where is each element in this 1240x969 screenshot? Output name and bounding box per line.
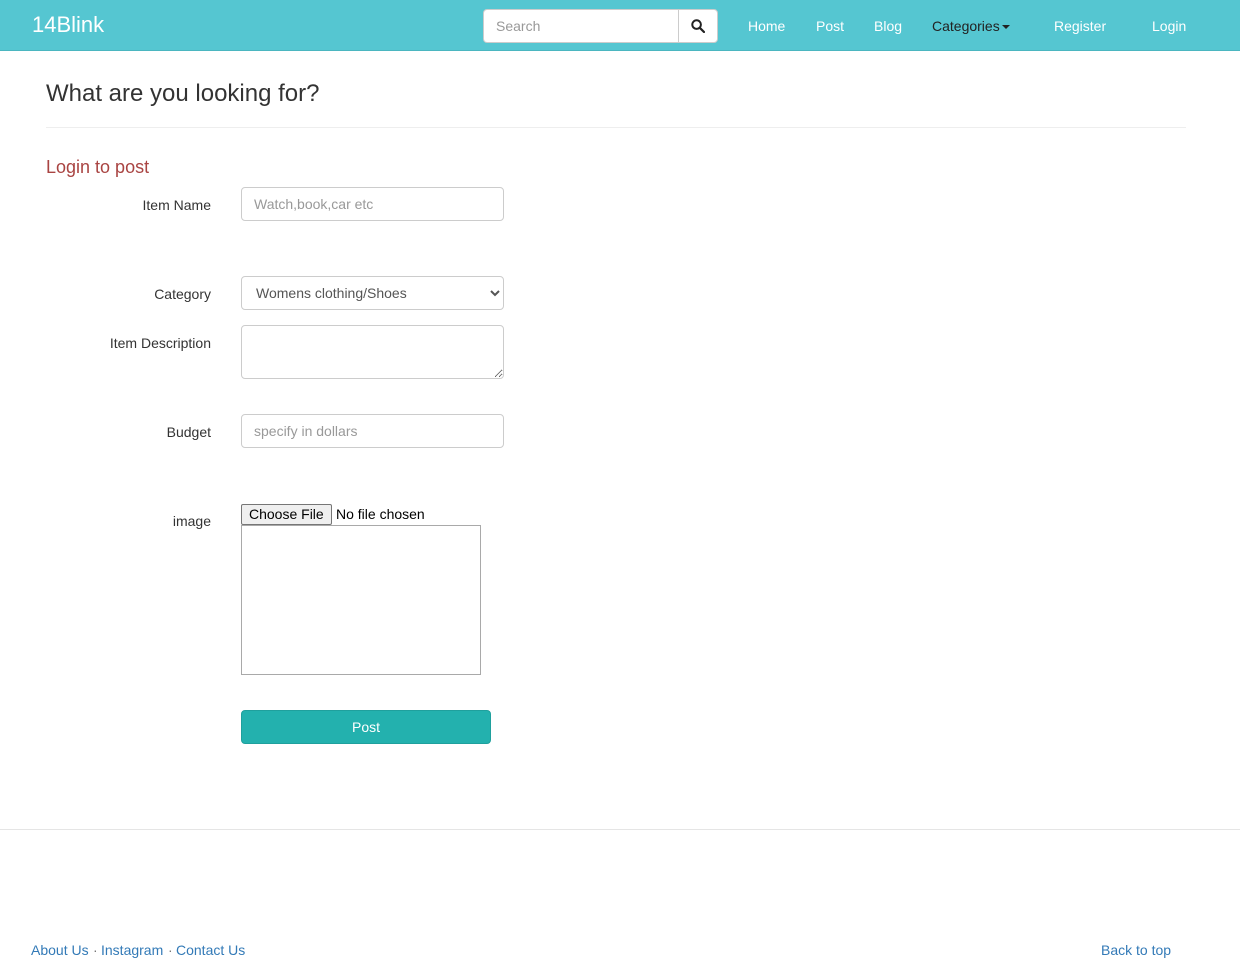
footer-divider [0,829,1240,830]
footer-contact-link[interactable]: Contact Us [176,941,245,959]
brand-logo[interactable]: 14Blink [32,12,104,38]
search-icon [691,19,705,33]
file-status-text: No file chosen [336,506,425,522]
login-to-post-notice: Login to post [46,157,150,177]
choose-file-button[interactable]: Choose File [241,504,332,525]
item-name-input[interactable] [241,187,504,221]
caret-down-icon [1001,25,1010,30]
page-title: What are you looking for? [46,80,320,107]
search-input[interactable] [483,9,679,43]
top-navbar: 14Blink Home Post Blog Categories Regist… [0,0,1240,51]
item-name-label: Item Name [142,197,211,213]
item-description-label: Item Description [109,335,211,351]
image-preview [241,525,481,675]
nav-categories-label: Categories [932,18,1000,34]
image-label: image [172,513,211,529]
title-divider [46,127,1186,128]
nav-login[interactable]: Login [1152,17,1186,35]
search-button[interactable] [678,9,718,43]
footer-instagram-link[interactable]: Instagram [101,941,163,959]
footer-about-link[interactable]: About Us [31,941,89,959]
category-label: Category [154,286,211,302]
nav-home[interactable]: Home [748,17,785,35]
post-submit-button[interactable]: Post [241,710,491,744]
budget-label: Budget [166,424,211,440]
item-description-textarea[interactable] [241,325,504,379]
category-select[interactable]: Womens clothing/Shoes [241,276,504,310]
nav-blog[interactable]: Blog [874,17,902,35]
footer-separator: · [93,942,98,958]
budget-input[interactable] [241,414,504,448]
nav-post[interactable]: Post [816,17,844,35]
footer-separator: · [168,942,173,958]
back-to-top-link[interactable]: Back to top [1101,941,1171,959]
nav-register[interactable]: Register [1054,17,1106,35]
nav-categories-dropdown[interactable]: Categories [932,17,1010,35]
